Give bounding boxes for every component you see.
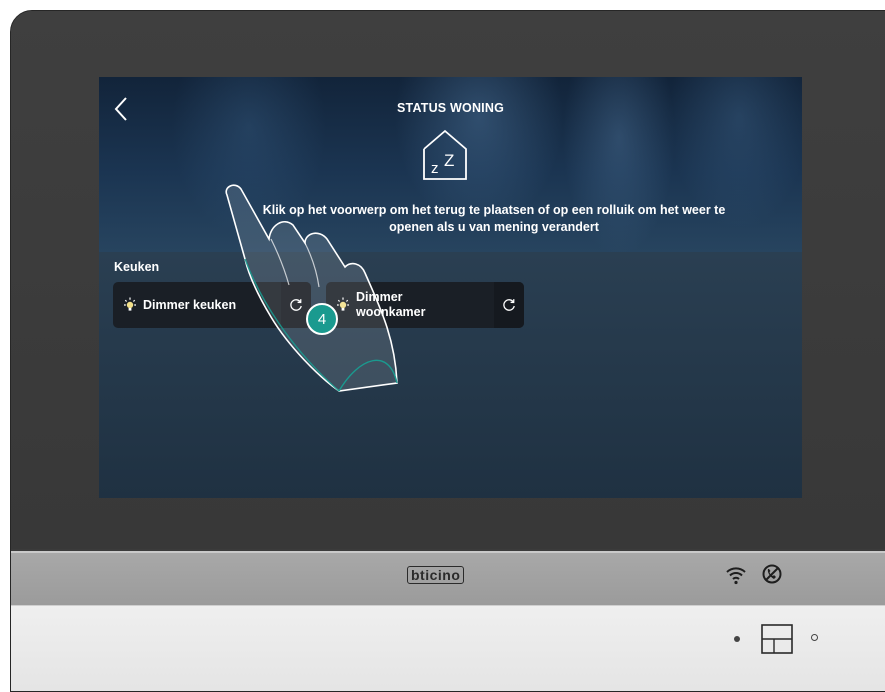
step-number-badge: 4 <box>306 303 338 335</box>
device-label: Dimmer keuken <box>143 297 237 312</box>
device-bottom-panel <box>11 605 885 691</box>
device-card-main[interactable]: Dimmer woonkamer <box>326 282 494 328</box>
wifi-icon <box>726 567 746 585</box>
device-card-dimmer-keuken[interactable]: Dimmer keuken <box>113 282 311 328</box>
refresh-icon <box>290 299 302 311</box>
bulb-icon <box>124 297 136 311</box>
led-indicator <box>811 634 818 641</box>
led-indicator <box>734 636 740 642</box>
bulb-icon <box>337 297 349 311</box>
room-label: Keuken <box>114 260 160 274</box>
device-card-main[interactable]: Dimmer keuken <box>113 282 281 328</box>
device-card-dimmer-woonkamer[interactable]: Dimmer woonkamer <box>326 282 524 328</box>
svg-text:z: z <box>431 160 439 177</box>
instruction-text: Klik op het voorwerp om het terug te pla… <box>262 203 726 234</box>
video-intercom-device: STATUS WONING z Z Klik op het voorwerp o… <box>10 10 885 692</box>
house-sleep-icon: z Z <box>423 129 467 180</box>
refresh-icon <box>503 299 515 311</box>
no-call-icon <box>762 564 782 584</box>
device-front-strip: bticino <box>11 551 885 605</box>
page-title: STATUS WONING <box>397 101 504 115</box>
touch-screen: STATUS WONING z Z Klik op het voorwerp o… <box>99 77 802 498</box>
brand-logo: bticino <box>407 566 465 584</box>
device-label: Dimmer woonkamer <box>356 290 426 319</box>
svg-text:Z: Z <box>444 151 454 170</box>
refresh-button[interactable] <box>494 282 524 328</box>
key-button-icon[interactable] <box>761 624 793 654</box>
